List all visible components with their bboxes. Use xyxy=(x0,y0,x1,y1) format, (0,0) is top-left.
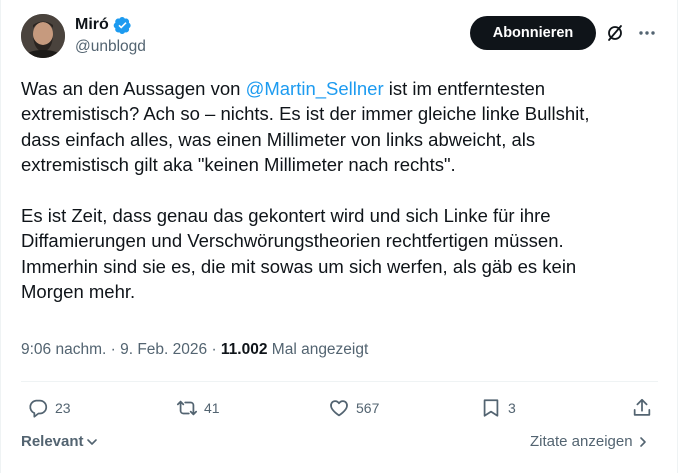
avatar[interactable] xyxy=(21,14,65,58)
view-quotes-link[interactable]: Zitate anzeigen xyxy=(530,433,649,450)
tweet-text: Was an den Aussagen von @Martin_Sellner … xyxy=(21,76,651,305)
more-dots-icon[interactable] xyxy=(637,23,657,43)
display-name[interactable]: Miró xyxy=(75,16,109,34)
tweet-line: Was an den Aussagen von @Martin_Sellner … xyxy=(21,78,546,99)
views-count: 11.002 xyxy=(220,341,268,358)
tweet-time[interactable]: 9:06 nachm. xyxy=(21,341,106,358)
share-icon xyxy=(633,398,651,416)
grok-slash-icon[interactable] xyxy=(605,23,625,43)
like-count: 567 xyxy=(356,400,380,416)
user-handle[interactable]: @unblogd xyxy=(75,38,146,56)
repost-count: 41 xyxy=(204,400,220,416)
tweet-card: Miró @unblogd Abonnieren Was an den Auss… xyxy=(0,0,678,473)
user-info: Miró @unblogd xyxy=(75,15,146,56)
divider xyxy=(21,381,658,382)
sort-label: Relevant xyxy=(21,433,84,450)
reply-button[interactable]: 23 xyxy=(27,397,71,419)
tweet-line: dass einfach alles, was einen Millimeter… xyxy=(21,128,536,150)
chevron-right-icon xyxy=(639,436,646,447)
follow-button[interactable]: Abonnieren xyxy=(470,16,596,50)
heart-icon xyxy=(330,400,348,417)
tweet-line: Es ist Zeit, dass genau das gekontert wi… xyxy=(21,205,551,227)
like-button[interactable]: 567 xyxy=(328,397,379,419)
quotes-label: Zitate anzeigen xyxy=(530,433,633,450)
tweet-line: Diffamierungen und Verschwörungstheorien… xyxy=(21,230,564,252)
sort-dropdown[interactable]: Relevant xyxy=(21,433,98,450)
share-button[interactable] xyxy=(631,397,653,419)
bookmark-button[interactable]: 3 xyxy=(480,397,516,419)
repost-icon xyxy=(176,400,198,416)
bookmark-count: 3 xyxy=(508,400,516,416)
tweet-line: Immerhin sind sie es, die mit sowas um s… xyxy=(21,255,577,277)
tweet-line: extremistisch? Ach so – nichts. Es ist d… xyxy=(21,103,590,125)
tweet-line: extremistisch gilt aka "keinen Millimete… xyxy=(21,154,456,176)
views-label: Mal angezeigt xyxy=(267,341,369,358)
bookmark-icon xyxy=(483,399,499,417)
reply-icon xyxy=(29,399,48,418)
chevron-down-icon xyxy=(86,438,97,445)
mention-link[interactable]: @Martin_Sellner xyxy=(246,78,384,99)
reply-count: 23 xyxy=(55,400,71,416)
tweet-meta: 9:06 nachm. · 9. Feb. 2026 · 11.002 Mal … xyxy=(21,341,369,358)
tweet-line: Morgen mehr. xyxy=(21,281,136,303)
repost-button[interactable]: 41 xyxy=(176,397,220,419)
tweet-date[interactable]: 9. Feb. 2026 xyxy=(120,341,207,358)
verified-badge-icon[interactable] xyxy=(113,16,132,35)
